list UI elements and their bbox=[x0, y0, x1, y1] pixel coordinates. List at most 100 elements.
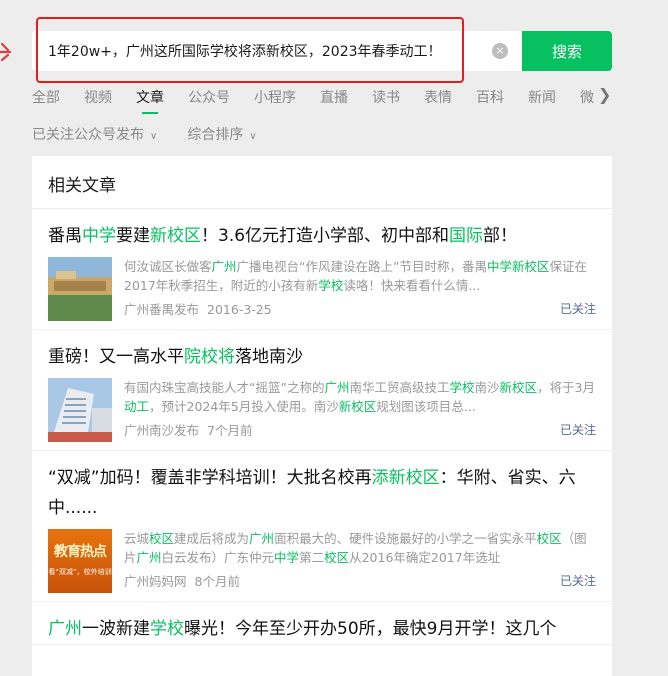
chevron-down-icon: ∨ bbox=[249, 131, 257, 142]
highlighted-term: 添新校区 bbox=[371, 468, 440, 488]
text-segment: 从2016年确定2017年选址 bbox=[349, 550, 501, 565]
chevron-right-icon[interactable]: ❯ bbox=[598, 85, 611, 104]
text-segment: 云城 bbox=[124, 531, 150, 546]
text-segment: 部！ bbox=[483, 226, 518, 246]
text-segment: 建成后将成为 bbox=[174, 531, 250, 546]
followed-badge[interactable]: 已关注 bbox=[560, 572, 596, 589]
article-title[interactable]: 广州一波新建学校曝光！今年至少开办50所，最快9月开学！这几个 bbox=[48, 602, 596, 644]
highlighted-term: 新校区 bbox=[150, 226, 201, 246]
text-segment: 番禺 bbox=[48, 226, 82, 246]
tab-2[interactable]: 文章 bbox=[136, 85, 164, 114]
category-tabs: 全部 视频 文章 公众号 小程序 直播 读书 表情 百科 新闻微 bbox=[32, 85, 612, 114]
source-filter-label: 已关注公众号发布 bbox=[32, 127, 144, 143]
highlighted-term: 新校区 bbox=[338, 399, 377, 414]
tab-8[interactable]: 百科 bbox=[476, 85, 504, 109]
highlighted-term: 学校 bbox=[150, 619, 184, 639]
tab-10[interactable]: 微 bbox=[580, 85, 594, 109]
logo-fragment-icon bbox=[0, 42, 12, 62]
highlighted-term: 中学新校区 bbox=[486, 259, 550, 274]
search-button[interactable]: 搜索 bbox=[522, 31, 612, 71]
text-segment: 曝光！今年至少开办50所，最快9月开学！这几个 bbox=[184, 619, 557, 639]
article-meta: 广州妈妈网 8个月前 bbox=[124, 571, 596, 593]
tab-6[interactable]: 读书 bbox=[372, 85, 400, 109]
highlighted-term: 广州 bbox=[136, 550, 162, 565]
article-item[interactable]: “双减”加码！覆盖非学科培训！大批名校再添新校区：华附、省实、六中...... 教… bbox=[32, 451, 612, 602]
text-segment: 广播电视台“作风建设在路上”节目时称，番禺 bbox=[236, 259, 487, 274]
highlighted-term: 校区 bbox=[324, 550, 350, 565]
tab-5[interactable]: 直播 bbox=[320, 85, 348, 109]
article-title[interactable]: 番禺中学要建新校区！3.6亿元打造小学部、初中部和国际部！ bbox=[48, 209, 596, 251]
article-body: 何汝诚区长做客广州广播电视台“作风建设在路上”节目时称，番禺中学新校区保证在20… bbox=[48, 257, 596, 321]
article-snippet: 云城校区建成后将成为广州面积最大的、硬件设施最好的小学之一省实永平校区（图片广州… bbox=[124, 529, 596, 567]
tab-3[interactable]: 公众号 bbox=[188, 85, 230, 109]
tab-4[interactable]: 小程序 bbox=[254, 85, 296, 109]
text-segment: 第二 bbox=[299, 550, 325, 565]
text-segment: 读咯！快来看看什么情... bbox=[343, 278, 481, 293]
article-thumbnail[interactable] bbox=[48, 378, 112, 442]
followed-badge[interactable]: 已关注 bbox=[560, 421, 596, 438]
text-segment: 南华工贸高级技工 bbox=[349, 380, 450, 395]
highlighted-term: 院校将 bbox=[184, 347, 235, 367]
text-segment: ！3.6亿元打造小学部、初中部和 bbox=[201, 226, 450, 246]
article-item[interactable]: 番禺中学要建新校区！3.6亿元打造小学部、初中部和国际部！ 何汝诚区长做客广州广播… bbox=[32, 209, 612, 330]
text-segment: 南沙 bbox=[474, 380, 500, 395]
source-filter-dropdown[interactable]: 已关注公众号发布 ∨ bbox=[32, 124, 157, 144]
highlighted-term: 广州 bbox=[249, 531, 275, 546]
article-item[interactable]: 广州一波新建学校曝光！今年至少开办50所，最快9月开学！这几个 bbox=[32, 602, 612, 645]
article-source[interactable]: 广州妈妈网 bbox=[124, 574, 187, 589]
article-info: 云城校区建成后将成为广州面积最大的、硬件设施最好的小学之一省实永平校区（图片广州… bbox=[124, 529, 596, 593]
clear-icon[interactable]: × bbox=[492, 43, 508, 59]
text-segment: 白云发布）广东仲元 bbox=[161, 550, 275, 565]
text-segment: “双减”加码！覆盖非学科培训！大批名校再 bbox=[48, 468, 372, 488]
article-info: 有国内珠宝高技能人才“摇篮”之称的广州南华工贸高级技工学校南沙新校区，将于3月动… bbox=[124, 378, 596, 442]
sort-filter-dropdown[interactable]: 综合排序 ∨ bbox=[187, 124, 256, 144]
article-info: 何汝诚区长做客广州广播电视台“作风建设在路上”节目时称，番禺中学新校区保证在20… bbox=[124, 257, 596, 321]
search-bar: 1年20w+，广州这所国际学校将添新校区，2023年春季动工！ × 搜索 bbox=[32, 31, 612, 71]
text-segment: 要建 bbox=[116, 226, 150, 246]
article-date: 2016-3-25 bbox=[207, 302, 272, 317]
highlighted-term: 校区 bbox=[536, 531, 562, 546]
search-input[interactable]: 1年20w+，广州这所国际学校将添新校区，2023年春季动工！ × bbox=[32, 31, 522, 71]
followed-badge[interactable]: 已关注 bbox=[560, 300, 596, 317]
article-date: 8个月前 bbox=[194, 574, 240, 589]
article-source[interactable]: 广州南沙发布 bbox=[124, 423, 199, 438]
highlighted-term: 新校区 bbox=[499, 380, 538, 395]
article-body: 有国内珠宝高技能人才“摇篮”之称的广州南华工贸高级技工学校南沙新校区，将于3月动… bbox=[48, 378, 596, 442]
section-title: 相关文章 bbox=[32, 156, 612, 209]
article-date: 7个月前 bbox=[207, 423, 253, 438]
sort-filter-label: 综合排序 bbox=[187, 127, 244, 143]
article-meta: 广州番禺发布 2016-3-25 bbox=[124, 299, 596, 321]
tab-0[interactable]: 全部 bbox=[32, 85, 60, 109]
text-segment: 一波新建 bbox=[82, 619, 150, 639]
highlighted-term: 中学 bbox=[274, 550, 300, 565]
highlighted-term: 国际 bbox=[449, 226, 484, 246]
article-thumbnail[interactable] bbox=[48, 257, 112, 321]
article-source[interactable]: 广州番禺发布 bbox=[124, 302, 199, 317]
text-segment: ，将于3月 bbox=[537, 380, 595, 395]
article-item[interactable]: 重磅！又一高水平院校将落地南沙有国内珠宝高技能人才“摇篮”之称的广州南华工贸高级… bbox=[32, 330, 612, 451]
highlighted-term: 学校 bbox=[318, 278, 344, 293]
article-title[interactable]: 重磅！又一高水平院校将落地南沙 bbox=[48, 330, 596, 372]
thumb-banner-title: 教育热点 bbox=[54, 544, 107, 560]
highlighted-term: 中学 bbox=[82, 226, 116, 246]
article-meta: 广州南沙发布 7个月前 bbox=[124, 420, 596, 442]
highlighted-term: 学校 bbox=[449, 380, 475, 395]
filter-bar: 已关注公众号发布 ∨ 综合排序 ∨ bbox=[32, 124, 257, 144]
article-thumbnail[interactable]: 教育热点看“双减”，校外培训 bbox=[48, 529, 112, 593]
article-title[interactable]: “双减”加码！覆盖非学科培训！大批名校再添新校区：华附、省实、六中...... bbox=[48, 451, 596, 523]
text-segment: 有国内珠宝高技能人才“摇篮”之称的 bbox=[124, 380, 325, 395]
tab-9[interactable]: 新闻 bbox=[528, 85, 556, 109]
article-snippet: 有国内珠宝高技能人才“摇篮”之称的广州南华工贸高级技工学校南沙新校区，将于3月动… bbox=[124, 378, 596, 416]
text-segment: 何汝诚区长做客 bbox=[124, 259, 212, 274]
highlighted-term: 广州 bbox=[48, 619, 82, 639]
thumb-banner-subtitle: 看“双减”，校外培训 bbox=[48, 568, 112, 576]
tab-7[interactable]: 表情 bbox=[424, 85, 452, 109]
text-segment: 面积最大的、硬件设施最好的小学之一省实永平 bbox=[274, 531, 537, 546]
highlighted-term: 动工 bbox=[124, 399, 150, 414]
highlighted-term: 校区 bbox=[149, 531, 175, 546]
tab-1[interactable]: 视频 bbox=[84, 85, 112, 109]
text-segment: 落地南沙 bbox=[235, 347, 303, 367]
chevron-down-icon: ∨ bbox=[150, 131, 158, 142]
results-panel: 相关文章 番禺中学要建新校区！3.6亿元打造小学部、初中部和国际部！ 何汝诚区长做… bbox=[32, 156, 612, 676]
highlighted-term: 广州 bbox=[324, 380, 350, 395]
